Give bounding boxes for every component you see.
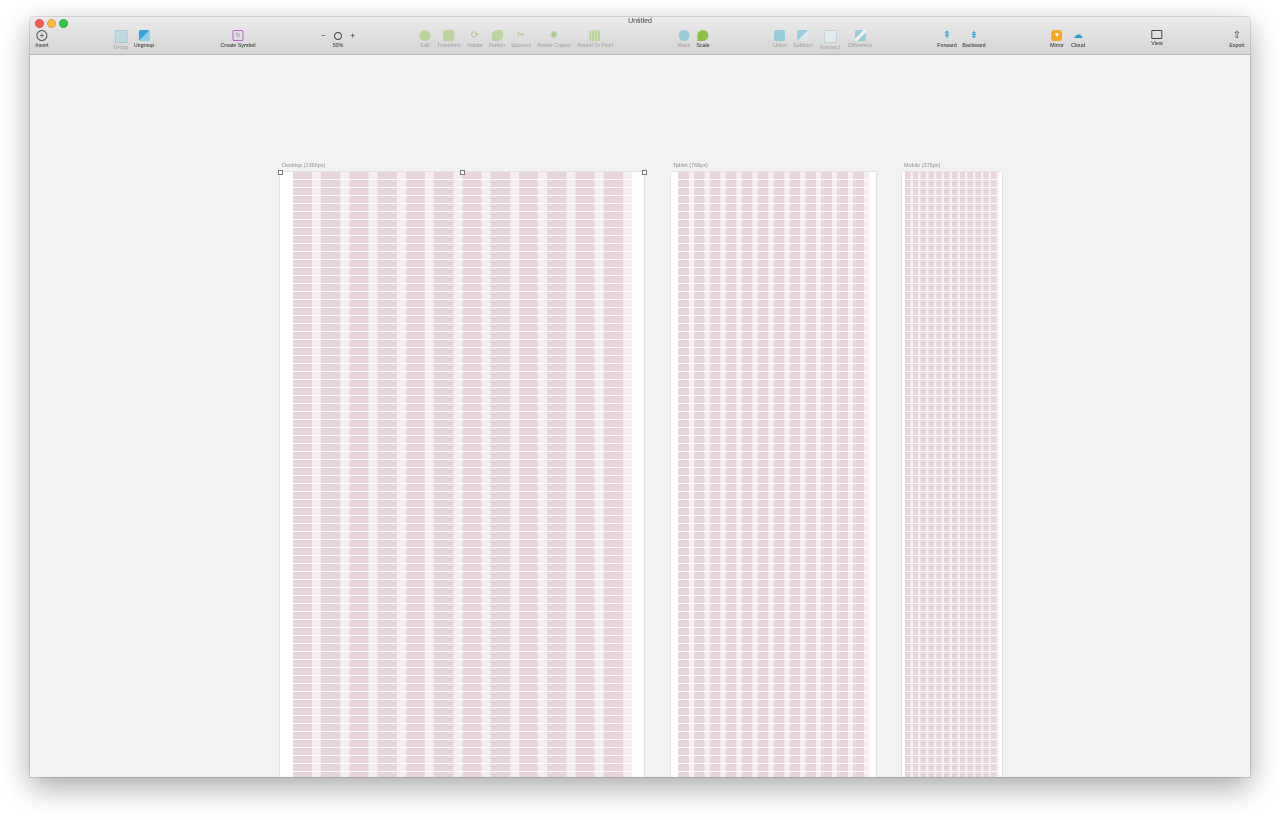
edit-icon — [419, 30, 431, 41]
layout-grid — [678, 172, 869, 777]
union-icon — [774, 30, 786, 41]
zoom-out-button[interactable]: − — [321, 31, 326, 40]
insert-button[interactable]: + Insert — [35, 30, 49, 49]
scale-icon — [697, 30, 709, 41]
layout-grid — [905, 172, 999, 777]
artboard-label-mobile[interactable]: Mobile (375px) — [904, 163, 940, 169]
scissors-button[interactable]: ✂ Scissors — [511, 30, 531, 49]
forward-button[interactable]: ⇞ Forward — [937, 30, 956, 49]
selection-handle[interactable] — [642, 170, 647, 175]
ungroup-icon — [138, 30, 150, 41]
scissors-icon: ✂ — [516, 29, 526, 41]
artboard-mobile[interactable] — [902, 172, 1002, 777]
mask-icon — [678, 30, 690, 41]
zoom-level: 50% — [332, 43, 344, 49]
rotate-button[interactable]: ⟳ Rotate — [467, 30, 483, 49]
plus-icon: + — [36, 30, 48, 41]
layout-grid — [293, 172, 632, 777]
rotate-copies-icon: ✺ — [549, 29, 559, 41]
canvas[interactable]: Desktop (1366px) Tablet (768px) Mobile (… — [30, 55, 1250, 777]
window-title: Untitled — [628, 18, 652, 25]
rotate-icon: ⟳ — [470, 29, 480, 41]
ungroup-button[interactable]: Ungroup — [134, 30, 154, 49]
difference-icon — [854, 30, 866, 41]
subtract-button[interactable]: Subtract — [793, 30, 813, 49]
artboard-label-tablet[interactable]: Tablet (768px) — [673, 163, 708, 169]
cloud-icon: ☁ — [1073, 29, 1083, 41]
transform-button[interactable]: Transform — [437, 30, 461, 49]
round-to-pixel-button[interactable]: Round To Pixel — [577, 30, 613, 49]
mirror-icon: ♥ — [1051, 30, 1063, 41]
subtract-icon — [797, 30, 809, 41]
export-button[interactable]: ⇧ Export — [1229, 30, 1244, 49]
scale-button[interactable]: Scale — [696, 30, 710, 49]
group-icon — [114, 30, 128, 43]
union-button[interactable]: Union — [773, 30, 787, 49]
cloud-button[interactable]: ☁ Cloud — [1071, 30, 1085, 49]
magnifier-icon — [334, 31, 342, 40]
artboard-tablet[interactable] — [671, 172, 876, 777]
selection-handle[interactable] — [460, 170, 465, 175]
view-button[interactable]: View — [1151, 30, 1163, 47]
view-icon — [1151, 30, 1163, 39]
intersect-icon — [823, 30, 837, 43]
artboard-desktop[interactable] — [280, 172, 644, 777]
toolbar: Untitled + Insert Group Ungroup ↻ Create… — [30, 17, 1250, 55]
difference-button[interactable]: Difference — [848, 30, 872, 49]
symbol-icon: ↻ — [232, 30, 244, 41]
round-to-pixel-icon — [589, 30, 601, 41]
group-button[interactable]: Group — [114, 30, 128, 51]
intersect-button[interactable]: Intersect — [820, 30, 840, 51]
export-icon: ⇧ — [1232, 29, 1242, 41]
mirror-button[interactable]: ♥ Mirror — [1050, 30, 1064, 49]
create-symbol-button[interactable]: ↻ Create Symbol — [220, 30, 256, 49]
app-window: Untitled + Insert Group Ungroup ↻ Create… — [30, 17, 1250, 777]
backward-button[interactable]: ⇟ Backward — [962, 30, 985, 49]
forward-icon: ⇞ — [942, 29, 952, 41]
mask-button[interactable]: Mask — [678, 30, 690, 49]
flatten-button[interactable]: Flatten — [489, 30, 505, 49]
artboard-label-desktop[interactable]: Desktop (1366px) — [282, 163, 325, 169]
backward-icon: ⇟ — [969, 29, 979, 41]
transform-icon — [443, 30, 455, 41]
selection-handle[interactable] — [278, 170, 283, 175]
edit-button[interactable]: Edit — [419, 30, 431, 49]
rotate-copies-button[interactable]: ✺ Rotate Copies — [537, 30, 571, 49]
zoom-in-button[interactable]: + — [350, 31, 355, 40]
flatten-icon — [491, 30, 503, 41]
zoom-control: − + 50% — [321, 30, 355, 49]
